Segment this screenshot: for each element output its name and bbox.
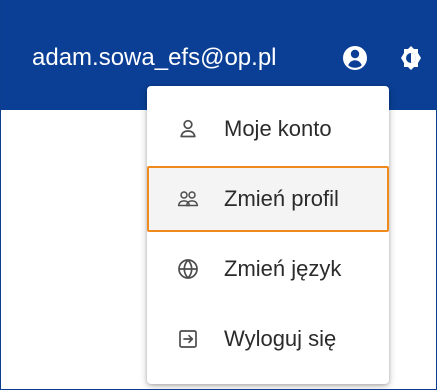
account-dropdown-menu: Moje konto Zmień profil Zmień język Wylo… — [147, 86, 389, 384]
app-window: adam.sowa_efs@op.pl Moje konto Zmień pro… — [0, 0, 437, 390]
theme-contrast-icon[interactable] — [397, 44, 425, 72]
person-outline-icon — [180, 119, 196, 138]
menu-item-change-language[interactable]: Zmień język — [147, 236, 389, 302]
user-email[interactable]: adam.sowa_efs@op.pl — [32, 42, 277, 74]
menu-item-label: Moje konto — [224, 116, 332, 141]
globe-icon — [178, 259, 198, 279]
account-icon[interactable] — [341, 44, 369, 72]
menu-item-label: Zmień profil — [224, 186, 339, 211]
menu-item-logout[interactable]: Wyloguj się — [147, 306, 389, 372]
people-outline-icon — [177, 191, 199, 207]
menu-item-label: Zmień język — [224, 256, 342, 281]
menu-item-change-profile[interactable]: Zmień profil — [147, 166, 389, 232]
logout-icon — [179, 330, 197, 348]
menu-item-my-account[interactable]: Moje konto — [147, 96, 389, 162]
menu-item-label: Wyloguj się — [224, 326, 337, 351]
